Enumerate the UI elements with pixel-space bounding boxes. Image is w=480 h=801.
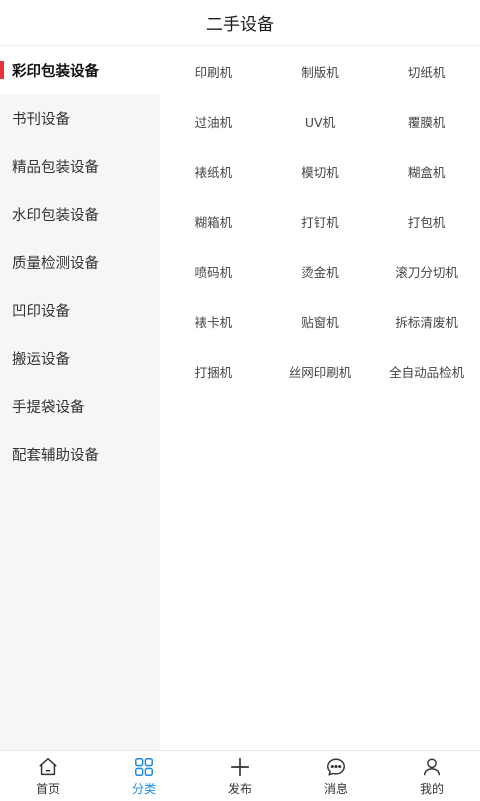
subcategory-item[interactable]: 制版机	[267, 46, 374, 96]
sidebar-item-label: 彩印包装设备	[12, 63, 99, 80]
subcategory-item[interactable]: 打钉机	[267, 196, 374, 246]
subcategory-item[interactable]: 滚刀分切机	[373, 246, 480, 296]
message-icon	[327, 757, 345, 776]
subcategory-item[interactable]: 拆标清废机	[373, 296, 480, 346]
sidebar-item-label: 手提袋设备	[12, 399, 85, 416]
subcategory-item[interactable]: 贴窗机	[267, 296, 374, 346]
subcategory-item[interactable]: UV机	[267, 96, 374, 146]
subcategory-item[interactable]: 打捆机	[160, 346, 267, 396]
sidebar-item-quality-inspection[interactable]: 质量检测设备	[0, 238, 160, 286]
sidebar-item-label: 精品包装设备	[12, 159, 99, 176]
tab-category[interactable]: 分类	[96, 751, 192, 801]
subcategory-item[interactable]: 印刷机	[160, 46, 267, 96]
subcategory-item[interactable]: 糊箱机	[160, 196, 267, 246]
tab-label: 我的	[419, 781, 444, 796]
sidebar-item-label: 搬运设备	[12, 351, 70, 368]
sidebar-item-label: 配套辅助设备	[12, 447, 99, 464]
tab-label: 发布	[227, 781, 252, 796]
subcategory-item[interactable]: 过油机	[160, 96, 267, 146]
sidebar-item-label: 水印包装设备	[12, 207, 99, 224]
subcategory-item[interactable]: 喷码机	[160, 246, 267, 296]
subcategory-item[interactable]: 丝网印刷机	[267, 346, 374, 396]
sidebar-item-flexo-packaging[interactable]: 水印包装设备	[0, 190, 160, 238]
subcategory-item[interactable]: 打包机	[373, 196, 480, 246]
sidebar-item-handling[interactable]: 搬运设备	[0, 334, 160, 382]
bottom-tab-bar: 首页 分类 发布 消息 我的	[0, 750, 480, 801]
subcategory-item[interactable]: 全自动品检机	[373, 346, 480, 396]
subcategory-item[interactable]: 裱纸机	[160, 146, 267, 196]
sidebar-item-label: 书刊设备	[12, 111, 70, 128]
subcategory-item[interactable]: 糊盒机	[373, 146, 480, 196]
subcategory-item[interactable]: 裱卡机	[160, 296, 267, 346]
tab-label: 分类	[131, 781, 156, 796]
subcategory-item[interactable]: 模切机	[267, 146, 374, 196]
sidebar-item-book-equipment[interactable]: 书刊设备	[0, 94, 160, 142]
subcategory-grid: 印刷机 制版机 切纸机 过油机 UV机 覆膜机 裱纸机 模切机 糊盒机 糊箱机 …	[160, 46, 480, 396]
category-icon	[135, 757, 153, 776]
sidebar-item-premium-packaging[interactable]: 精品包装设备	[0, 142, 160, 190]
subcategory-panel: 印刷机 制版机 切纸机 过油机 UV机 覆膜机 裱纸机 模切机 糊盒机 糊箱机 …	[160, 46, 480, 750]
tab-profile[interactable]: 我的	[384, 751, 480, 801]
subcategory-item[interactable]: 烫金机	[267, 246, 374, 296]
sidebar-item-gravure[interactable]: 凹印设备	[0, 286, 160, 334]
subcategory-item[interactable]: 切纸机	[373, 46, 480, 96]
category-sidebar: 彩印包装设备 书刊设备 精品包装设备 水印包装设备 质量检测设备 凹印设备 搬运…	[0, 46, 160, 750]
tab-publish[interactable]: 发布	[192, 751, 288, 801]
plus-icon	[230, 757, 250, 776]
sidebar-item-color-print-packaging[interactable]: 彩印包装设备	[0, 46, 160, 94]
page-title: 二手设备	[206, 15, 274, 35]
sidebar-item-handbag[interactable]: 手提袋设备	[0, 382, 160, 430]
tab-label: 消息	[323, 781, 348, 796]
tab-label: 首页	[35, 781, 60, 796]
user-icon	[423, 757, 441, 775]
tab-messages[interactable]: 消息	[288, 751, 384, 801]
sidebar-item-auxiliary[interactable]: 配套辅助设备	[0, 430, 160, 478]
home-icon	[39, 757, 57, 775]
header-bar: 二手设备	[0, 0, 480, 46]
sidebar-item-label: 凹印设备	[12, 303, 70, 320]
subcategory-item[interactable]: 覆膜机	[373, 96, 480, 146]
tab-home[interactable]: 首页	[0, 751, 96, 801]
sidebar-item-label: 质量检测设备	[12, 255, 99, 272]
